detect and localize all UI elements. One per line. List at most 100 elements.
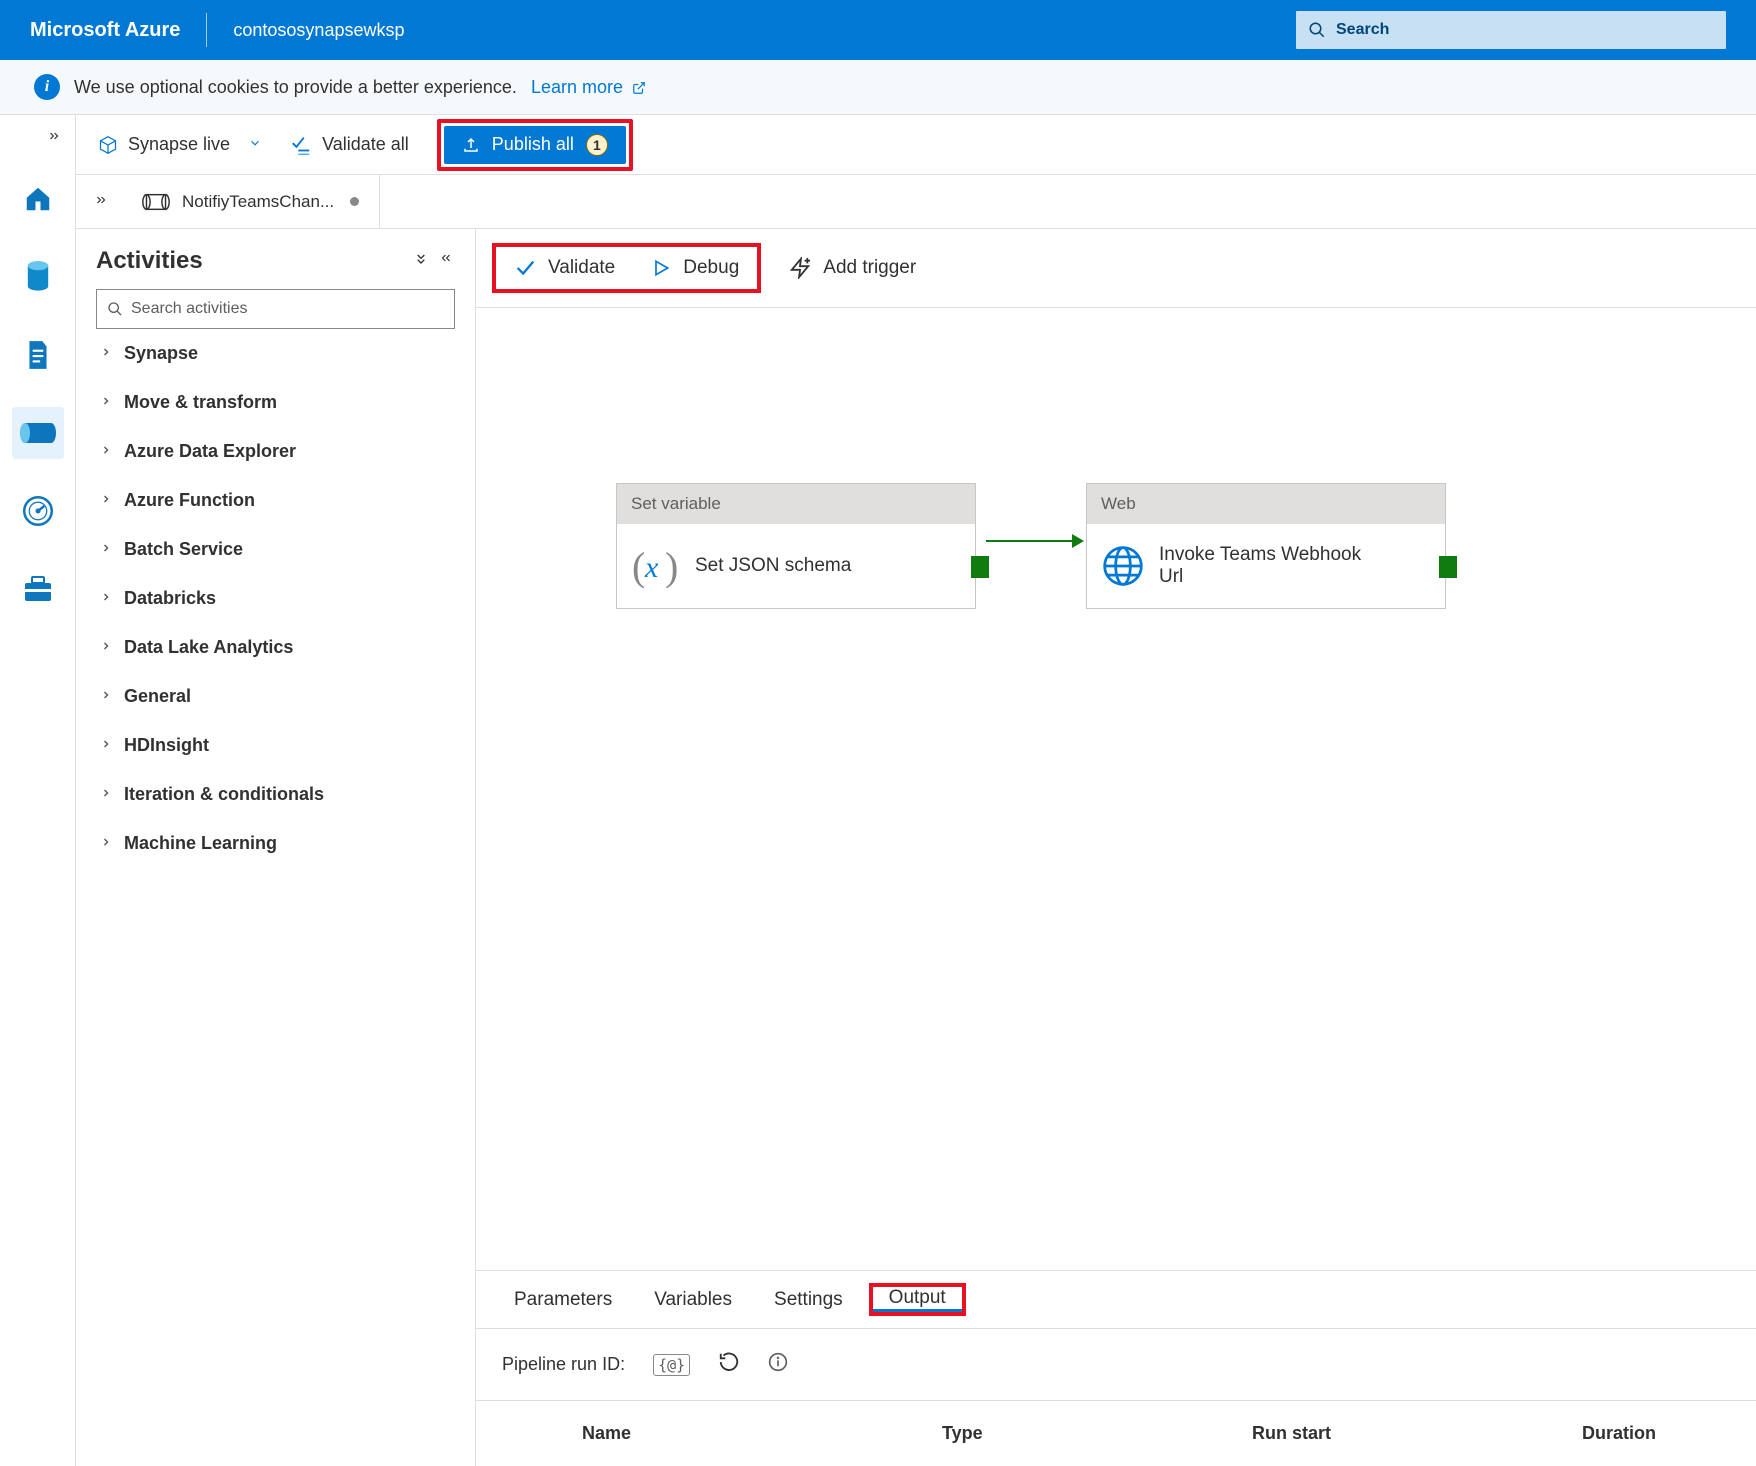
chevron-right-icon	[100, 737, 112, 755]
tab-output[interactable]: Output	[873, 1287, 962, 1312]
lightning-icon	[789, 257, 811, 279]
nav-monitor[interactable]	[12, 485, 64, 537]
activity-group[interactable]: Iteration & conditionals	[96, 770, 455, 819]
publish-highlight: Publish all 1	[437, 119, 633, 171]
nav-home[interactable]	[12, 173, 64, 225]
activity-group[interactable]: Synapse	[96, 329, 455, 378]
activity-group[interactable]: HDInsight	[96, 721, 455, 770]
activity-group-label: Machine Learning	[124, 833, 277, 854]
pipeline-canvas[interactable]: Set variable ( x ) Set JSON schema	[476, 308, 1756, 1270]
bottom-tab-row: Parameters Variables Settings Output	[476, 1271, 1756, 1329]
activity-group-label: Batch Service	[124, 539, 243, 560]
workspace-name: contososynapsewksp	[233, 20, 404, 41]
expand-all-button[interactable]	[413, 251, 429, 272]
output-handle[interactable]	[1439, 556, 1457, 578]
global-search-input[interactable]: Search	[1296, 11, 1726, 49]
activity-group[interactable]: Machine Learning	[96, 819, 455, 868]
search-icon	[1308, 21, 1326, 39]
validate-all-label: Validate all	[322, 134, 409, 155]
run-info-row: Pipeline run ID: {@}	[476, 1329, 1756, 1401]
chevron-right-icon	[100, 345, 112, 363]
output-highlight: Output	[869, 1283, 966, 1316]
input-output-icon[interactable]: {@}	[653, 1354, 690, 1376]
info-icon: i	[34, 74, 60, 100]
validate-all-button[interactable]: Validate all	[280, 128, 419, 162]
publish-all-button[interactable]: Publish all 1	[444, 126, 626, 164]
node-header: Set variable	[617, 484, 975, 524]
activity-group-label: Data Lake Analytics	[124, 637, 293, 658]
nav-manage[interactable]	[12, 563, 64, 615]
activity-group-label: HDInsight	[124, 735, 209, 756]
activity-group-label: Synapse	[124, 343, 198, 364]
node-header: Web	[1087, 484, 1445, 524]
tab-parameters[interactable]: Parameters	[498, 1271, 628, 1328]
search-activities-placeholder: Search activities	[131, 300, 248, 318]
tab-settings[interactable]: Settings	[758, 1271, 859, 1328]
toolbox-icon	[23, 575, 53, 603]
canvas-toolbar: Validate Debug Add trigger	[476, 229, 1756, 308]
activity-set-variable[interactable]: Set variable ( x ) Set JSON schema	[616, 483, 976, 609]
globe-icon	[1101, 544, 1145, 588]
chevron-right-icon	[100, 688, 112, 706]
activity-group-label: Move & transform	[124, 392, 277, 413]
info-outline-icon[interactable]	[768, 1352, 788, 1377]
validate-label: Validate	[548, 257, 615, 279]
nav-develop[interactable]	[12, 329, 64, 381]
document-icon	[25, 339, 51, 371]
refresh-icon[interactable]	[718, 1351, 740, 1378]
col-duration: Duration	[1582, 1423, 1730, 1444]
banner-message: We use optional cookies to provide a bet…	[74, 77, 517, 98]
add-trigger-button[interactable]: Add trigger	[771, 247, 934, 289]
activity-group[interactable]: General	[96, 672, 455, 721]
chevron-right-icon	[100, 590, 112, 608]
chevron-right-icon	[100, 639, 112, 657]
nav-rail	[0, 115, 76, 1466]
activity-group[interactable]: Move & transform	[96, 378, 455, 427]
validate-button[interactable]: Validate	[496, 247, 633, 289]
search-activities-input[interactable]: Search activities	[96, 289, 455, 329]
nav-integrate[interactable]	[12, 407, 64, 459]
chevron-right-icon	[100, 443, 112, 461]
publishing-mode-dropdown[interactable]: Synapse live	[98, 134, 262, 155]
chevron-right-icon	[100, 394, 112, 412]
chevron-right-icon	[100, 786, 112, 804]
chevron-right-icon	[100, 492, 112, 510]
collapse-panel-button[interactable]	[437, 251, 455, 272]
upload-icon	[462, 136, 480, 154]
checklist-icon	[290, 134, 312, 156]
tab-variables[interactable]: Variables	[638, 1271, 748, 1328]
banner-learn-more-link[interactable]: Learn more	[531, 77, 646, 98]
activity-group-label: Iteration & conditionals	[124, 784, 324, 805]
debug-label: Debug	[683, 257, 739, 279]
debug-button[interactable]: Debug	[633, 247, 757, 289]
chevron-right-icon	[100, 541, 112, 559]
activity-group[interactable]: Azure Data Explorer	[96, 427, 455, 476]
activities-title: Activities	[96, 247, 203, 275]
node-label: Set JSON schema	[695, 555, 851, 577]
search-icon	[107, 301, 123, 317]
brand-label: Microsoft Azure	[30, 19, 180, 42]
add-trigger-label: Add trigger	[823, 257, 916, 279]
chevron-right-icon	[100, 835, 112, 853]
output-handle[interactable]	[971, 556, 989, 578]
unsaved-indicator-icon	[350, 197, 359, 206]
svg-text:): )	[665, 544, 678, 588]
expand-rail-button[interactable]	[45, 125, 75, 147]
global-header: Microsoft Azure contososynapsewksp Searc…	[0, 0, 1756, 60]
activities-panel: Activities Search activities SynapseMove	[76, 229, 476, 1466]
activity-web[interactable]: Web Invoke Teams Webhook Url	[1086, 483, 1446, 609]
pipeline-tab[interactable]: NotifiyTeamsChan...	[126, 175, 380, 228]
database-icon	[24, 260, 52, 294]
col-name: Name	[582, 1423, 942, 1444]
nav-data[interactable]	[12, 251, 64, 303]
activity-group[interactable]: Databricks	[96, 574, 455, 623]
activity-group[interactable]: Azure Function	[96, 476, 455, 525]
connector-arrow-icon	[1072, 534, 1084, 548]
activity-group[interactable]: Data Lake Analytics	[96, 623, 455, 672]
variable-icon: ( x )	[631, 544, 681, 588]
validate-debug-highlight: Validate Debug	[492, 243, 761, 293]
cookie-banner: i We use optional cookies to provide a b…	[0, 60, 1756, 115]
activity-group[interactable]: Batch Service	[96, 525, 455, 574]
activity-group-label: Azure Function	[124, 490, 255, 511]
expand-panel-button[interactable]	[86, 193, 116, 211]
